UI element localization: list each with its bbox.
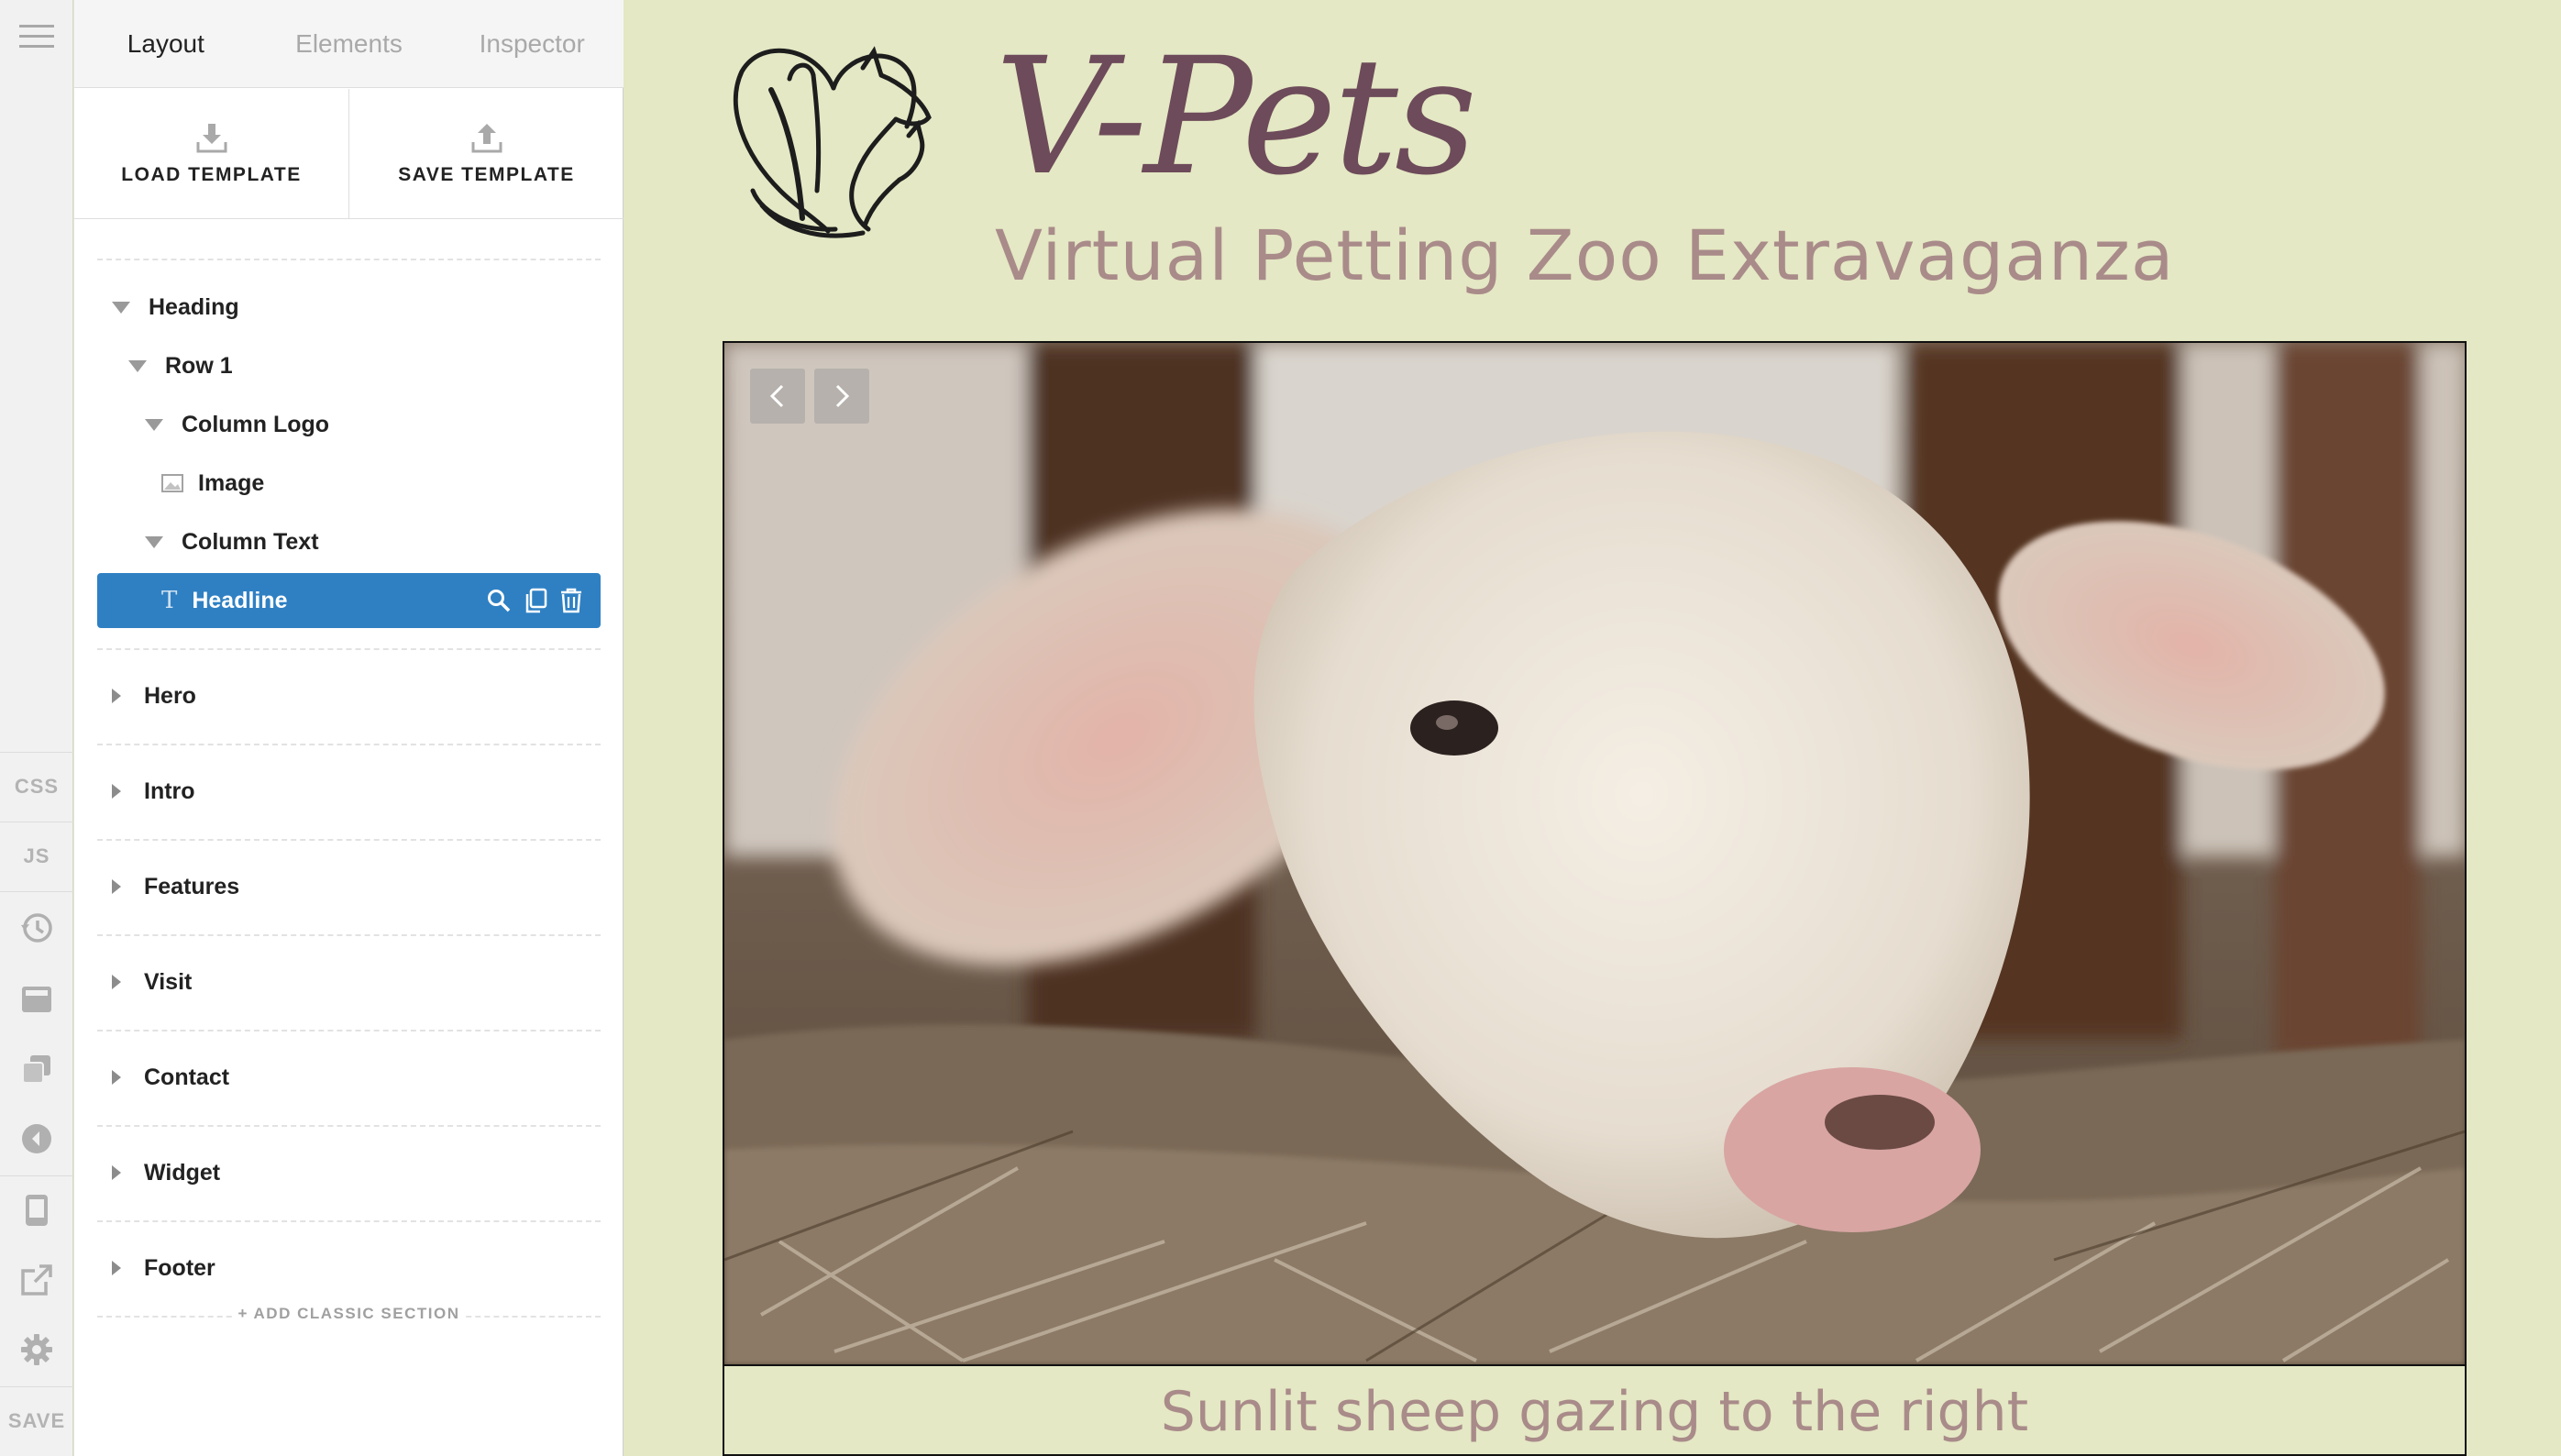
mobile-preview-icon[interactable]: [0, 1181, 73, 1240]
tree-node-label: Hero: [144, 682, 196, 709]
tree-node-intro[interactable]: Intro: [97, 764, 601, 819]
load-template-label: LOAD TEMPLATE: [121, 163, 302, 185]
expand-arrow-icon[interactable]: [112, 1070, 121, 1085]
chevron-right-icon: [835, 384, 850, 408]
layout-panel: Layout Elements Inspector LOAD TEMPLATE …: [74, 0, 624, 1456]
tree-node-features[interactable]: Features: [97, 859, 601, 914]
tree-node-widget[interactable]: Widget: [97, 1145, 601, 1200]
tree-node-label: Headline: [192, 587, 288, 613]
collapse-arrow-icon[interactable]: [145, 535, 163, 548]
expand-arrow-icon[interactable]: [112, 784, 121, 799]
slide-caption-band: Sunlit sheep gazing to the right: [724, 1364, 2465, 1454]
collapse-arrow-icon[interactable]: [145, 418, 163, 431]
collapse-arrow-icon[interactable]: [128, 359, 147, 372]
tree-node-visit[interactable]: Visit: [97, 954, 601, 1009]
brand-headline[interactable]: V-Pets: [995, 37, 1477, 198]
tab-layout[interactable]: Layout: [74, 0, 258, 87]
menu-icon[interactable]: [0, 9, 73, 64]
v-pets-logo-image[interactable]: [725, 35, 945, 246]
tree-node-row-1[interactable]: Row 1: [97, 338, 601, 393]
tree-node-label: Features: [144, 873, 240, 899]
tree-node-contact[interactable]: Contact: [97, 1050, 601, 1105]
tree-node-label: Row 1: [165, 352, 233, 379]
tree-node-heading[interactable]: Heading: [97, 280, 601, 335]
save-template-button[interactable]: SAVE TEMPLATE: [348, 89, 624, 218]
tree-node-image[interactable]: Image: [97, 456, 601, 511]
add-classic-section-button[interactable]: + ADD CLASSIC SECTION: [97, 1305, 601, 1323]
sheep-image: [724, 343, 2465, 1364]
node-tools: [487, 573, 582, 628]
sheep-photo[interactable]: [724, 343, 2465, 1364]
template-actions: LOAD TEMPLATE SAVE TEMPLATE: [74, 89, 624, 219]
tree-node-footer[interactable]: Footer: [97, 1241, 601, 1296]
download-icon: [196, 123, 226, 152]
tab-inspector[interactable]: Inspector: [440, 0, 624, 87]
text-type-icon: T: [161, 587, 178, 614]
settings-gear-icon[interactable]: [0, 1320, 73, 1379]
slider-next-button[interactable]: [814, 369, 869, 424]
load-template-button[interactable]: LOAD TEMPLATE: [74, 89, 348, 218]
tool-rail: CSS JS SAVE: [0, 0, 73, 1456]
js-button[interactable]: JS: [0, 829, 73, 884]
css-button[interactable]: CSS: [0, 759, 73, 814]
collapse-arrow-icon[interactable]: [112, 301, 130, 314]
tree-node-column-logo[interactable]: Column Logo: [97, 397, 601, 452]
tree-node-label: Contact: [144, 1064, 230, 1090]
page-canvas: V-Pets Virtual Petting Zoo Extravaganza: [624, 0, 2561, 1456]
pages-icon[interactable]: [0, 1040, 73, 1098]
sections-icon[interactable]: [0, 970, 73, 1029]
tree-node-label: Column Text: [182, 528, 319, 555]
expand-arrow-icon[interactable]: [112, 689, 121, 703]
save-button[interactable]: SAVE: [0, 1394, 73, 1449]
save-template-label: SAVE TEMPLATE: [398, 163, 575, 185]
chevron-left-icon: [769, 384, 784, 408]
tree-node-label: Footer: [144, 1254, 215, 1281]
slide-caption[interactable]: Sunlit sheep gazing to the right: [1161, 1380, 2028, 1444]
tree-node-headline[interactable]: T Headline: [97, 573, 601, 628]
expand-arrow-icon[interactable]: [112, 1261, 121, 1275]
expand-arrow-icon[interactable]: [112, 879, 121, 894]
duplicate-icon[interactable]: [524, 588, 547, 613]
hero-slider: Sunlit sheep gazing to the right: [723, 341, 2467, 1456]
tab-elements[interactable]: Elements: [258, 0, 441, 87]
back-icon[interactable]: [0, 1109, 73, 1168]
tree-node-label: Image: [198, 469, 265, 496]
add-classic-section-label: + ADD CLASSIC SECTION: [232, 1305, 466, 1322]
history-icon[interactable]: [0, 899, 73, 957]
tree-node-column-text[interactable]: Column Text: [97, 514, 601, 569]
expand-arrow-icon[interactable]: [112, 1165, 121, 1180]
slider-prev-button[interactable]: [750, 369, 805, 424]
tree-node-label: Visit: [144, 968, 193, 995]
tree-node-label: Column Logo: [182, 411, 330, 437]
external-link-icon[interactable]: [0, 1251, 73, 1309]
panel-tabs: Layout Elements Inspector: [74, 0, 624, 88]
trash-icon[interactable]: [560, 588, 582, 613]
search-icon[interactable]: [487, 589, 511, 612]
expand-arrow-icon[interactable]: [112, 975, 121, 989]
tagline[interactable]: Virtual Petting Zoo Extravaganza: [995, 215, 2174, 296]
image-icon: [161, 474, 183, 492]
upload-icon: [471, 123, 502, 152]
tree-node-label: Widget: [144, 1159, 221, 1186]
tree-node-hero[interactable]: Hero: [97, 668, 601, 723]
tree-node-label: Heading: [149, 293, 239, 320]
tree-node-label: Intro: [144, 778, 195, 804]
